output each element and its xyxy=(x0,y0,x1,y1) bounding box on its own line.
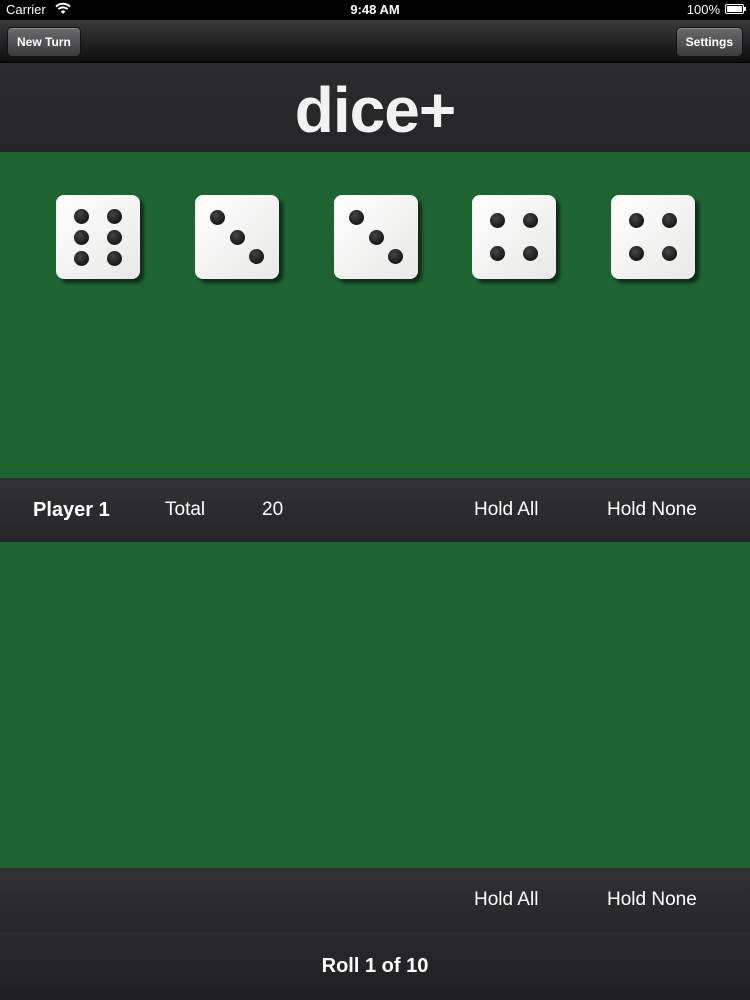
player-name: Player 1 xyxy=(33,499,110,521)
roll-counter: Roll 1 of 10 xyxy=(321,955,429,977)
die-pip xyxy=(628,246,644,262)
die-pip xyxy=(73,208,89,224)
held-dice-area xyxy=(0,542,750,868)
die-pip xyxy=(489,246,505,262)
die-pip xyxy=(229,229,245,245)
die-pip xyxy=(73,229,89,245)
die-pip xyxy=(210,210,226,226)
total-value: 20 xyxy=(262,499,284,520)
die-pip xyxy=(368,229,384,245)
die-pip xyxy=(73,250,89,266)
app-logo: dice+ xyxy=(294,74,456,146)
player-bar: Player 1 Total 20 Hold All Hold None xyxy=(0,478,750,542)
die-pip xyxy=(489,212,505,228)
settings-button[interactable]: Settings xyxy=(675,27,743,57)
die-pip xyxy=(662,246,678,262)
battery-percent: 100% xyxy=(686,2,720,17)
die-pip xyxy=(349,210,365,226)
die-pip xyxy=(248,248,264,264)
die-pip xyxy=(107,229,123,245)
held-bar: Hold All Hold None xyxy=(0,868,750,932)
hold-all-button[interactable]: Hold All xyxy=(474,499,538,521)
die-pip xyxy=(628,212,644,228)
held-hold-none-button[interactable]: Hold None xyxy=(607,889,697,911)
held-hold-all-button[interactable]: Hold All xyxy=(474,889,538,911)
new-turn-button[interactable]: New Turn xyxy=(7,27,81,57)
die-5[interactable] xyxy=(611,195,695,279)
die-pip xyxy=(662,212,678,228)
die-pip xyxy=(387,248,403,264)
rolling-area xyxy=(0,152,750,478)
total-label: Total xyxy=(165,499,206,520)
die-4[interactable] xyxy=(472,195,556,279)
footer-bar: Roll 1 of 10 xyxy=(0,932,750,1000)
die-pip xyxy=(107,208,123,224)
battery-icon xyxy=(725,4,746,14)
app-header: dice+ xyxy=(0,63,750,152)
die-pip xyxy=(107,250,123,266)
die-3[interactable] xyxy=(334,195,418,279)
navigation-bar: New Turn Settings xyxy=(0,20,750,63)
die-1[interactable] xyxy=(56,195,140,279)
die-pip xyxy=(523,212,539,228)
clock: 9:48 AM xyxy=(350,2,400,17)
status-bar: Carrier 9:48 AM 100% xyxy=(0,0,750,20)
hold-none-button[interactable]: Hold None xyxy=(607,499,697,521)
die-2[interactable] xyxy=(195,195,279,279)
die-pip xyxy=(523,246,539,262)
